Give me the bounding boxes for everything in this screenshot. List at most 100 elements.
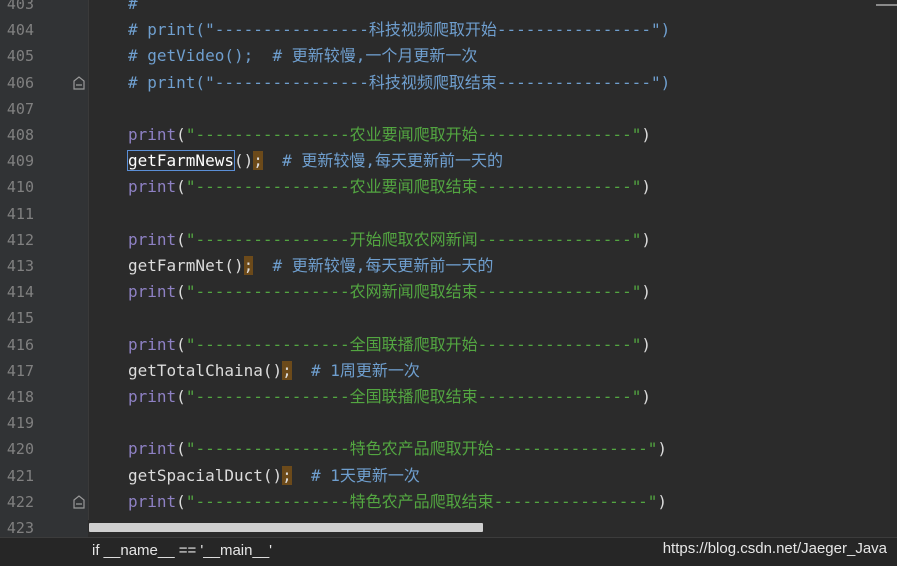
code-token: print xyxy=(128,177,177,197)
code-token: ) xyxy=(641,387,651,406)
code-token: ) xyxy=(657,439,667,459)
code-text[interactable]: getSpacialDuct(); # 1天更新一次 xyxy=(128,463,420,489)
code-token: ( xyxy=(176,491,186,511)
code-token: print xyxy=(128,439,177,459)
code-line[interactable]: 415 xyxy=(0,305,897,331)
code-text[interactable]: getTotalChaina(); # 1周更新一次 xyxy=(128,358,420,384)
code-line[interactable]: 421 getSpacialDuct(); # 1天更新一次 xyxy=(0,463,897,489)
code-line[interactable]: 414 print("----------------农网新闻爬取结束------… xyxy=(0,279,897,305)
code-line[interactable]: 407 xyxy=(0,96,897,122)
code-token: # 1天更新一次 xyxy=(291,465,420,485)
code-token: getFarmNet() xyxy=(128,256,244,275)
code-token: ) xyxy=(641,177,651,197)
code-text[interactable]: getFarmNews(); # 更新较慢,每天更新前一天的 xyxy=(127,148,504,174)
code-token: "----------------全国联播爬取开始---------------… xyxy=(185,334,642,354)
code-line[interactable]: 405 # getVideo(); # 更新较慢,一个月更新一次 xyxy=(0,43,897,69)
code-token: ) xyxy=(641,334,651,354)
code-text[interactable]: print("----------------全国联播爬取结束---------… xyxy=(128,384,651,410)
code-line[interactable]: 416 print("----------------全国联播爬取开始------… xyxy=(0,332,897,358)
fold-marker-icon[interactable] xyxy=(73,495,85,509)
code-text[interactable]: print("----------------全国联播爬取开始---------… xyxy=(128,332,651,358)
line-number: 406 xyxy=(6,73,34,92)
code-token: ( xyxy=(176,229,186,249)
code-token: ) xyxy=(641,125,651,144)
code-token: ( xyxy=(176,177,186,197)
code-token: ( xyxy=(176,125,186,144)
code-token: ( xyxy=(176,334,186,354)
watermark-text: https://blog.csdn.net/Jaeger_Java xyxy=(662,540,887,557)
code-text[interactable]: getFarmNet(); # 更新较慢,每天更新前一天的 xyxy=(128,253,493,279)
code-token: "----------------特色农产品爬取开始--------------… xyxy=(185,439,658,459)
code-token: ) xyxy=(641,229,651,249)
code-token: () xyxy=(233,151,254,171)
breadcrumb[interactable]: if __name__ == '__main__' xyxy=(92,538,272,564)
code-token: print xyxy=(128,282,177,302)
code-editor[interactable]: 403 #404 # print("----------------科技视频爬取开始… xyxy=(0,0,897,537)
code-line[interactable]: 412 print("----------------开始爬取农网新闻------… xyxy=(0,227,897,253)
code-text[interactable]: print("----------------特色农产品爬取开始--------… xyxy=(128,436,667,462)
code-text[interactable]: # getVideo(); # 更新较慢,一个月更新一次 xyxy=(128,43,477,69)
code-token: print xyxy=(128,229,177,249)
horizontal-scrollbar[interactable] xyxy=(88,520,897,537)
code-line[interactable]: 403 # xyxy=(0,0,897,17)
code-line[interactable]: 411 xyxy=(0,201,897,227)
horizontal-scrollbar-thumb[interactable] xyxy=(89,523,483,532)
code-line[interactable]: 410 print("----------------农业要闻爬取结束------… xyxy=(0,174,897,200)
code-line[interactable]: 409 getFarmNews(); # 更新较慢,每天更新前一天的 xyxy=(0,148,897,174)
code-token: print xyxy=(128,387,177,406)
code-text[interactable]: print("----------------农网新闻爬取结束---------… xyxy=(128,279,651,305)
code-token: print xyxy=(128,491,177,511)
code-line[interactable]: 406 # print("----------------科技视频爬取结束----… xyxy=(0,70,897,96)
code-line[interactable]: 413 getFarmNet(); # 更新较慢,每天更新前一天的 xyxy=(0,253,897,279)
code-token: print xyxy=(128,125,177,144)
code-token: ; xyxy=(282,465,292,485)
line-number: 421 xyxy=(6,466,34,485)
code-token: ( xyxy=(176,439,186,459)
line-number: 422 xyxy=(6,492,34,511)
code-text[interactable]: # print("----------------科技视频爬取开始-------… xyxy=(128,17,670,43)
code-token: # 1周更新一次 xyxy=(291,360,420,380)
code-token: ) xyxy=(657,491,667,511)
code-token: print xyxy=(128,334,177,354)
line-number: 409 xyxy=(6,152,34,171)
code-line[interactable]: 408 print("----------------农业要闻爬取开始------… xyxy=(0,122,897,148)
code-token: ( xyxy=(176,282,186,302)
code-line[interactable]: 422 print("----------------特色农产品爬取结束-----… xyxy=(0,489,897,515)
line-number: 417 xyxy=(6,361,34,380)
line-number: 407 xyxy=(6,99,34,118)
code-token: ; xyxy=(253,151,263,171)
code-token: # print("----------------科技视频爬取结束-------… xyxy=(128,72,671,92)
line-number: 420 xyxy=(6,440,34,459)
code-token: # print("----------------科技视频爬取开始-------… xyxy=(128,20,671,40)
code-text[interactable]: # xyxy=(128,0,138,17)
line-number: 404 xyxy=(6,21,34,40)
line-number: 410 xyxy=(6,178,34,197)
code-line[interactable]: 404 # print("----------------科技视频爬取开始----… xyxy=(0,17,897,43)
code-token: "----------------全国联播爬取结束---------------… xyxy=(185,387,642,406)
code-text[interactable]: print("----------------农业要闻爬取开始---------… xyxy=(128,122,651,148)
code-token: getTotalChaina() xyxy=(128,360,283,380)
line-number: 403 xyxy=(6,0,34,13)
line-number: 415 xyxy=(6,309,34,328)
line-number: 418 xyxy=(6,388,34,406)
code-text[interactable]: print("----------------开始爬取农网新闻---------… xyxy=(128,227,651,253)
editor-breadcrumb-bar: if __name__ == '__main__' https://blog.c… xyxy=(0,537,897,566)
code-token: # 更新较慢,每天更新前一天的 xyxy=(262,151,504,171)
code-line[interactable]: 417 getTotalChaina(); # 1周更新一次 xyxy=(0,358,897,384)
code-token: ; xyxy=(243,256,254,275)
code-text[interactable]: print("----------------农业要闻爬取结束---------… xyxy=(128,174,651,200)
code-line[interactable]: 419 xyxy=(0,410,897,436)
line-number: 419 xyxy=(6,414,34,433)
code-line[interactable]: 420 print("----------------特色农产品爬取开始-----… xyxy=(0,436,897,462)
fold-marker-icon[interactable] xyxy=(73,75,85,90)
code-line[interactable]: 418 print("----------------全国联播爬取结束------… xyxy=(0,384,897,410)
code-text[interactable]: print("----------------特色农产品爬取结束--------… xyxy=(128,489,667,515)
code-token: # xyxy=(128,0,138,13)
code-token: "----------------农业要闻爬取开始---------------… xyxy=(185,125,642,144)
code-token: "----------------农业要闻爬取结束---------------… xyxy=(185,177,642,197)
code-token: ; xyxy=(282,360,292,380)
line-number: 423 xyxy=(6,519,34,537)
code-token: # getVideo(); # 更新较慢,一个月更新一次 xyxy=(128,46,478,66)
code-token: "----------------农网新闻爬取结束---------------… xyxy=(185,282,642,302)
code-text[interactable]: # print("----------------科技视频爬取结束-------… xyxy=(128,70,670,96)
